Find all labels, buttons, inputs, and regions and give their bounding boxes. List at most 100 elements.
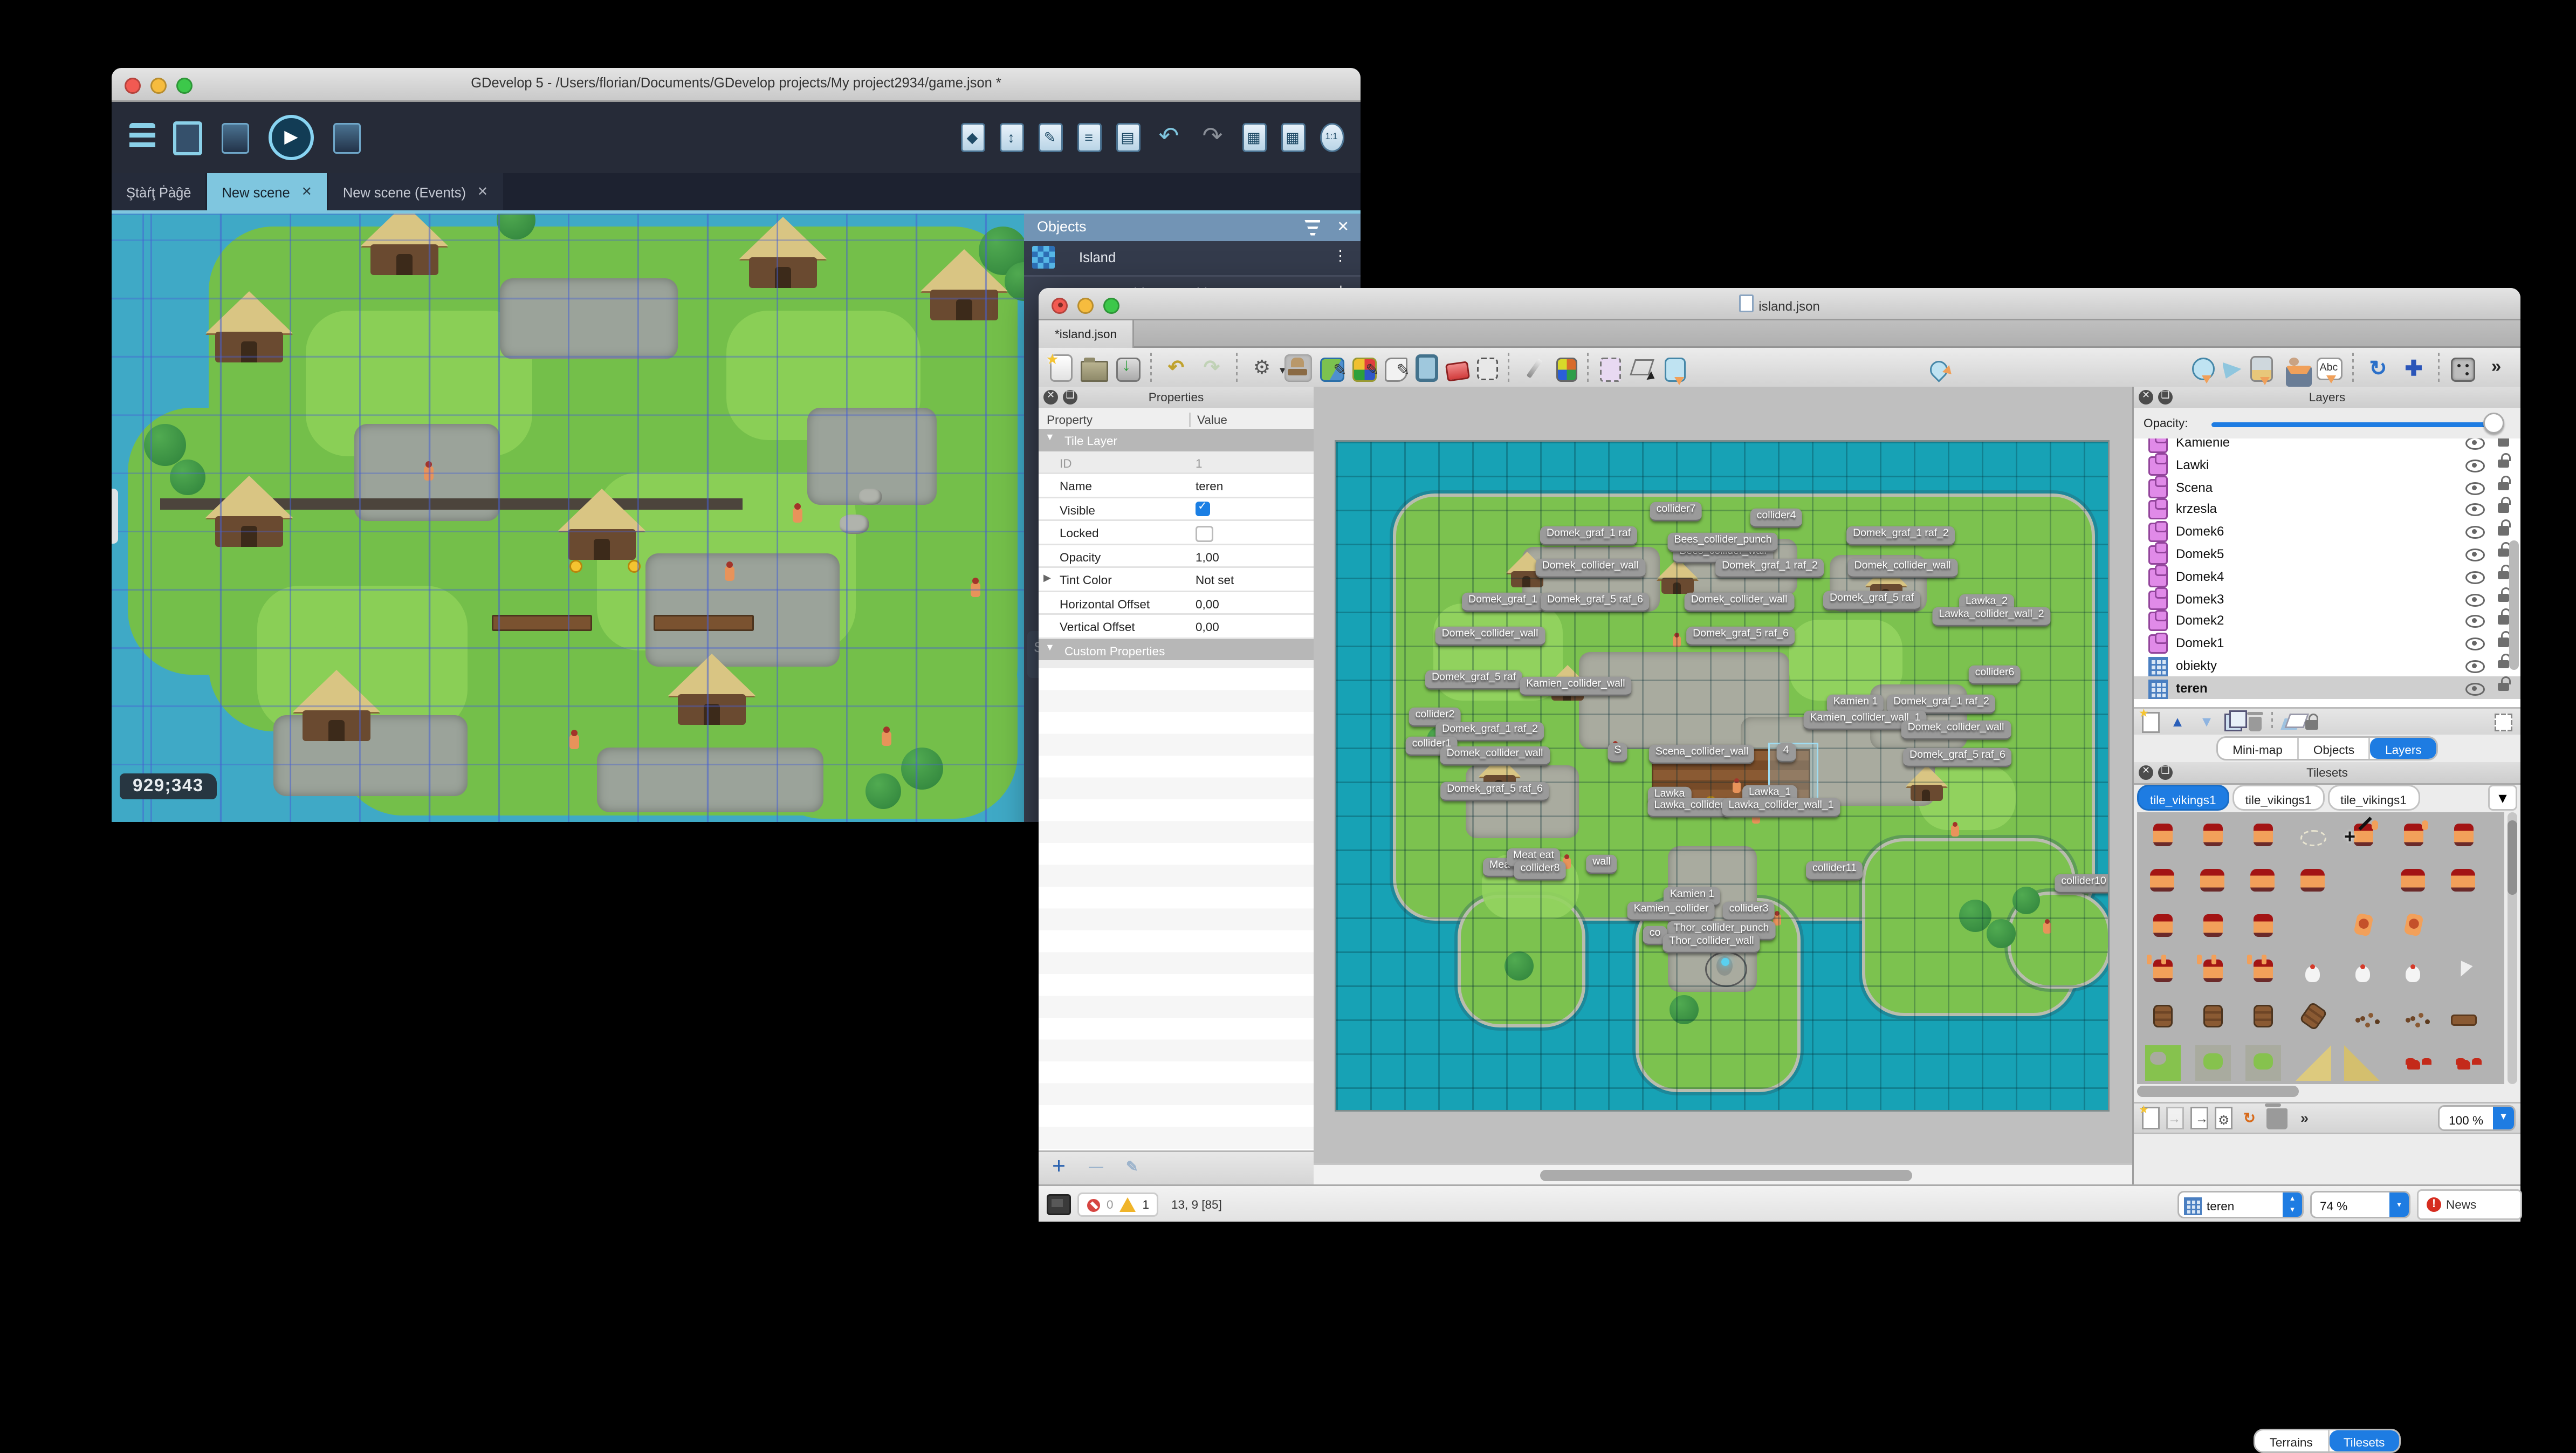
map-label-collider7[interactable]: collider7	[1650, 502, 1702, 521]
checkbox-unchecked[interactable]	[1196, 525, 1213, 542]
map-label-collider3[interactable]: collider3	[1722, 901, 1775, 921]
unlock-icon[interactable]	[2498, 453, 2511, 468]
tile-feather[interactable]	[2444, 955, 2482, 992]
close-panel-icon[interactable]: ✕	[2139, 765, 2153, 780]
select-objects-icon[interactable]	[1599, 357, 1620, 381]
layer-row-teren[interactable]: teren	[2134, 676, 2520, 699]
map-label-scena-collider-wall[interactable]: Scena_collider_wall	[1648, 744, 1755, 764]
insert-template-icon[interactable]	[2280, 354, 2311, 386]
edit-property-icon[interactable]: ✎	[1126, 1157, 1138, 1186]
dock-tab-objects[interactable]: Objects	[2299, 738, 2371, 759]
tile-viking[interactable]	[2244, 909, 2281, 947]
tile-viking-claws[interactable]	[2244, 864, 2281, 901]
tab-new-scene-events-[interactable]: New scene (Events) ✕	[328, 173, 503, 210]
map-label-domek-graf-1-raf[interactable]: Domek_graf_1 raf	[1540, 526, 1638, 545]
map-label-s[interactable]: S	[1608, 743, 1628, 762]
unlock-icon[interactable]	[2498, 520, 2511, 536]
remove-property-icon[interactable]: —	[1089, 1157, 1103, 1186]
checkbox-checked[interactable]: ✓	[1196, 502, 1210, 516]
tileset-zoom-dropdown[interactable]: 100 % ▾	[2437, 1105, 2516, 1131]
close-icon[interactable]: ✕	[1337, 214, 1349, 241]
dock-tab-mini-map[interactable]: Mini-map	[2218, 738, 2299, 759]
scene-editor-icon[interactable]	[173, 120, 202, 155]
tileset-tab-tile_vikings1[interactable]: tile_vikings1	[2327, 785, 2420, 810]
new-file-icon[interactable]	[1046, 346, 1072, 382]
tile-viking-arms-up[interactable]	[2244, 955, 2281, 992]
unlock-icon[interactable]	[2498, 609, 2511, 625]
tileset-mode-tab-terrains[interactable]: Terrains	[2255, 1430, 2329, 1451]
close-panel-icon[interactable]: ✕	[1043, 390, 1058, 405]
tile-chicken[interactable]	[2294, 955, 2331, 992]
refresh-tileset-icon[interactable]: ↻	[2239, 1108, 2260, 1129]
tileset-hscrollbar-thumb[interactable]	[2137, 1086, 2299, 1097]
layer-row-Scena[interactable]: Scena	[2134, 475, 2520, 498]
insert-polygon-icon[interactable]	[2222, 362, 2242, 379]
chevron-down-icon[interactable]: ▾	[2389, 1192, 2409, 1217]
map-label-collider10[interactable]: collider10	[2055, 874, 2108, 893]
magic-wand-icon[interactable]	[1520, 354, 1548, 381]
tile-barrel[interactable]	[2144, 1000, 2181, 1037]
zoom-icon[interactable]: 1:1	[1319, 123, 1344, 152]
unlock-icon[interactable]	[2498, 542, 2511, 558]
property-row-locked[interactable]: Locked	[1039, 521, 1314, 545]
tab-new-scene[interactable]: New scene ✕	[207, 173, 327, 210]
map-label-lawka-collider[interactable]: Lawka_collider	[1647, 798, 1730, 817]
insert-text-icon[interactable]: Abc	[2316, 358, 2342, 383]
canvas-horizontal-scrollbar[interactable]	[1314, 1163, 2132, 1186]
map-label-kamien-collider[interactable]: Kamien_collider	[1627, 901, 1715, 921]
opacity-slider-thumb[interactable]	[2483, 413, 2504, 434]
tile-log[interactable]	[2444, 1000, 2482, 1037]
float-panel-icon[interactable]: ❑	[2158, 390, 2173, 405]
chevron-down-icon[interactable]: ▾	[2493, 1107, 2514, 1129]
unlock-icon[interactable]	[2498, 654, 2511, 669]
property-group-custom-properties[interactable]: ▼ Custom Properties	[1039, 638, 1314, 660]
commands-gear-icon[interactable]: ⚙	[1248, 354, 1286, 385]
map-label-domek-collider-wall[interactable]: Domek_collider_wall	[1440, 746, 1550, 765]
tile-viking-claws[interactable]	[2444, 864, 2482, 901]
layer-row-Domek4[interactable]: Domek4	[2134, 564, 2520, 587]
insert-rectangle-icon[interactable]	[1664, 357, 1685, 385]
overflow-icon[interactable]: »	[2294, 1108, 2315, 1129]
stamp-tool-icon[interactable]	[1283, 353, 1311, 381]
tile-viking-arms-up[interactable]	[2144, 955, 2181, 992]
export-doc-icon[interactable]: ◆	[960, 123, 985, 152]
objects-doc-icon[interactable]: ↕	[999, 123, 1023, 152]
visibility-eye-icon[interactable]	[2465, 481, 2485, 495]
tile-viking[interactable]	[2194, 819, 2231, 856]
instances-doc-icon[interactable]: ≡	[1076, 123, 1101, 152]
tileset-tab-tile_vikings1[interactable]: tile_vikings1	[2232, 785, 2325, 810]
same-tile-select-icon[interactable]	[1555, 357, 1577, 381]
map-label-collider6[interactable]: collider6	[1968, 665, 2021, 684]
scene-editor-canvas[interactable]: 929;343	[112, 214, 1024, 822]
visibility-eye-icon[interactable]	[2465, 615, 2485, 629]
tile-stone-tile[interactable]	[2244, 1045, 2281, 1082]
layer-row-obiekty[interactable]: obiekty	[2134, 654, 2520, 676]
raise-layer-icon[interactable]: ▲	[2166, 712, 2189, 731]
open-folder-icon[interactable]	[1080, 357, 1108, 381]
build-icon[interactable]	[222, 122, 249, 153]
map-label-domek-collider-wall[interactable]: Domek_collider_wall	[1847, 558, 1957, 578]
unlock-icon[interactable]	[2498, 587, 2511, 602]
visibility-eye-icon[interactable]	[2465, 438, 2485, 450]
unlock-icon[interactable]	[2498, 565, 2511, 580]
embed-tileset-icon[interactable]	[2166, 1107, 2184, 1129]
tile-viking[interactable]	[2194, 909, 2231, 947]
visibility-eye-icon[interactable]	[2465, 459, 2485, 472]
map-label-domek-collider-wall[interactable]: Domek_collider_wall	[1435, 626, 1545, 646]
tile-empty[interactable]	[2344, 864, 2381, 901]
insert-point-icon[interactable]	[1925, 357, 1951, 382]
layer-row-krzesla[interactable]: krzesla	[2134, 497, 2520, 520]
property-row-vertical-offset[interactable]: Vertical Offset 0,00	[1039, 615, 1314, 639]
map-view[interactable]: collider7 collider4 Domek_graf_1 raf Bees_c…	[1335, 440, 2110, 1112]
undo-icon[interactable]: ↶	[1163, 354, 1190, 381]
property-row-horizontal-offset[interactable]: Horizontal Offset 0,00	[1039, 591, 1314, 615]
tileset-mode-tab-tilesets[interactable]: Tilesets	[2328, 1430, 2400, 1451]
map-label-4[interactable]: 4	[1776, 743, 1796, 762]
news-button[interactable]: ! News	[2417, 1189, 2522, 1220]
tile-stone-tile[interactable]	[2194, 1045, 2231, 1082]
map-label-domek-collider-wall[interactable]: Domek_collider_wall	[1901, 720, 2011, 739]
map-label-domek-graf-5-raf[interactable]: Domek_graf_5 raf	[1823, 591, 1921, 610]
tile-meat[interactable]	[2394, 909, 2431, 947]
console-icon[interactable]	[1047, 1194, 1071, 1215]
tile-viking[interactable]	[2144, 909, 2181, 947]
